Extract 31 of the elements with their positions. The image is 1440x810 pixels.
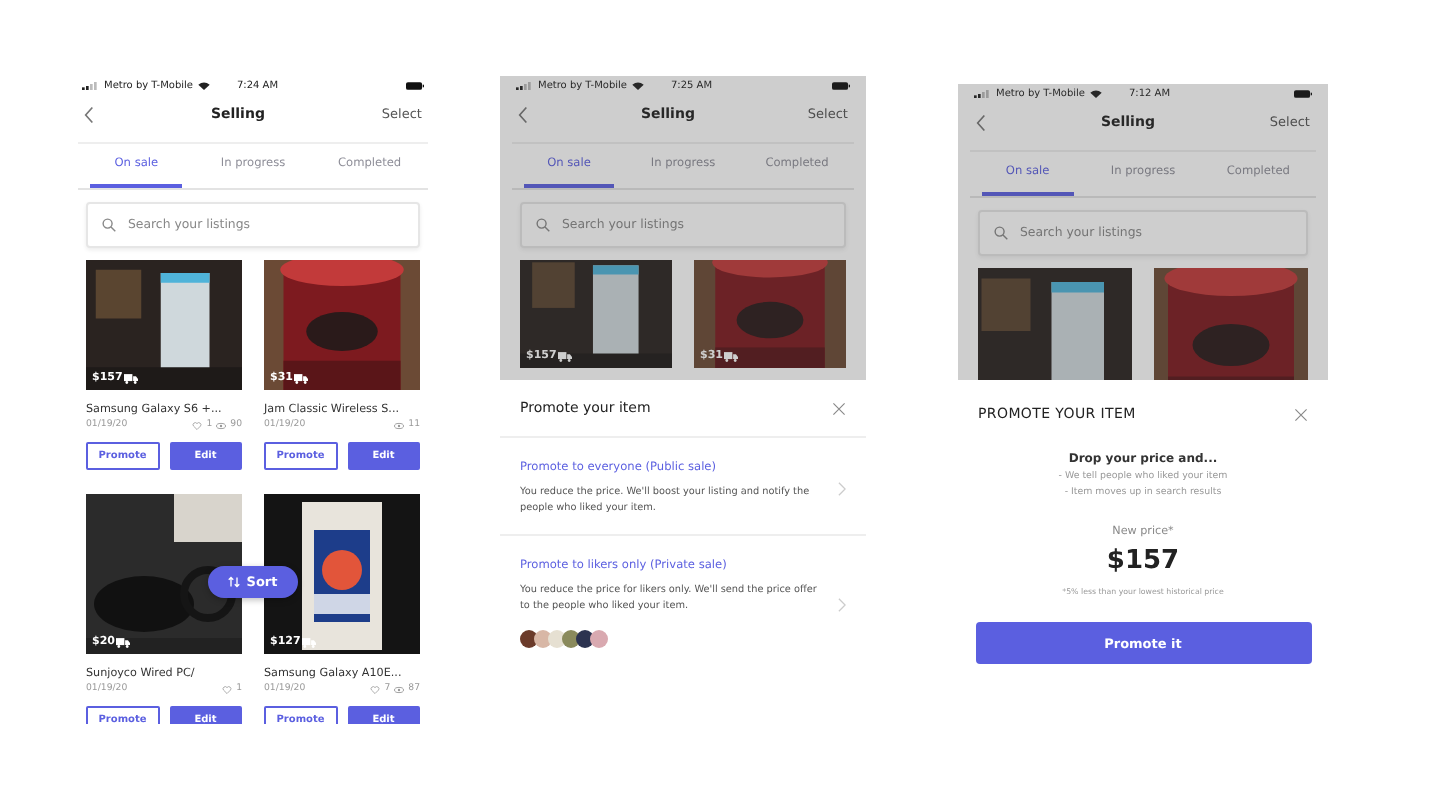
heart-icon xyxy=(370,685,381,693)
truck-icon xyxy=(724,351,739,361)
truck-icon xyxy=(558,351,573,361)
back-icon[interactable] xyxy=(976,113,986,131)
signal-icon xyxy=(82,81,98,89)
back-icon[interactable] xyxy=(518,105,528,123)
eye-icon xyxy=(394,685,405,693)
battery-icon xyxy=(406,81,424,89)
heart-icon xyxy=(192,421,203,429)
wifi-icon xyxy=(198,81,211,89)
truck-icon xyxy=(116,637,131,647)
truck-icon xyxy=(124,373,139,383)
truck-icon xyxy=(302,637,317,647)
close-icon[interactable] xyxy=(832,401,846,415)
close-icon[interactable] xyxy=(1294,407,1308,421)
signal-icon xyxy=(974,89,990,97)
signal-icon xyxy=(516,81,532,89)
new-price: $157 xyxy=(1106,546,1180,576)
wifi-icon xyxy=(632,81,645,89)
eye-icon xyxy=(216,421,227,429)
eye-icon xyxy=(394,421,405,429)
search-icon xyxy=(994,226,1008,240)
truck-icon xyxy=(294,373,309,383)
search-icon xyxy=(536,218,550,232)
back-icon[interactable] xyxy=(84,105,94,123)
battery-icon xyxy=(1294,89,1312,97)
search-icon xyxy=(102,218,116,232)
sort-icon xyxy=(228,576,241,588)
heart-icon xyxy=(222,685,233,693)
battery-icon xyxy=(832,81,850,89)
wifi-icon xyxy=(1090,89,1103,97)
